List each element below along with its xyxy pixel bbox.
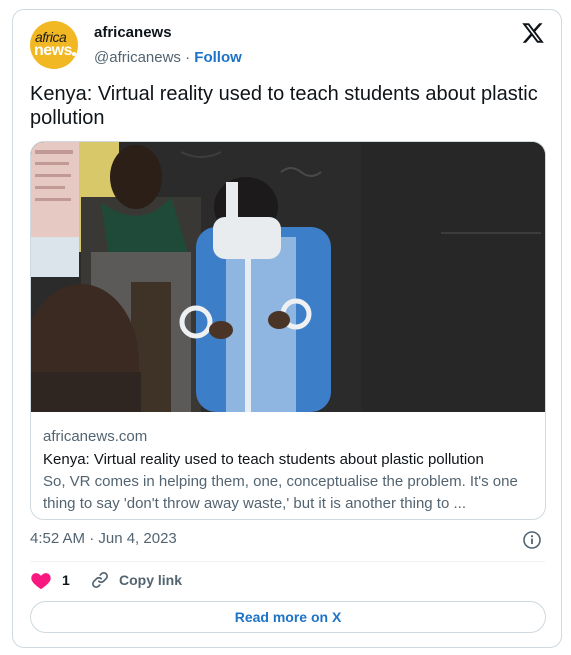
link-icon [92,572,108,588]
link-description: So, VR comes in helping them, one, conce… [43,473,518,512]
avatar-logo-text-bottom: news [34,42,73,59]
avatar-logo-dot [72,52,76,56]
follow-button[interactable]: Follow [194,49,242,66]
read-more-button[interactable]: Read more on X [30,601,546,633]
copy-link-button[interactable]: Copy link [90,570,182,590]
account-name[interactable]: africanews [94,24,172,41]
like-count: 1 [62,572,70,588]
link-preview-card[interactable]: africanews.com Kenya: Virtual reality us… [30,141,546,520]
tweet-timestamp[interactable]: 4:52 AM · Jun 4, 2023 [30,530,177,547]
link-card-meta: africanews.com Kenya: Virtual reality us… [43,427,533,515]
tweet-embed-card: africa news africanews @africanews · Fol… [12,9,562,648]
x-logo-icon[interactable] [521,21,545,45]
tweet-text: Kenya: Virtual reality used to teach stu… [30,83,538,129]
preview-image [31,142,545,412]
link-title: Kenya: Virtual reality used to teach stu… [43,451,484,468]
copy-link-label: Copy link [119,572,183,588]
account-handle[interactable]: @africanews [94,49,181,66]
link-domain: africanews.com [43,428,148,445]
like-button[interactable]: 1 [30,570,70,590]
info-icon[interactable] [522,530,542,550]
divider [30,561,545,562]
avatar[interactable]: africa news [30,21,78,69]
tweet-header: africa news africanews @africanews · Fol… [30,21,545,73]
separator: · [180,49,195,66]
handle-row: @africanews · Follow [94,49,242,66]
heart-icon [31,573,51,590]
